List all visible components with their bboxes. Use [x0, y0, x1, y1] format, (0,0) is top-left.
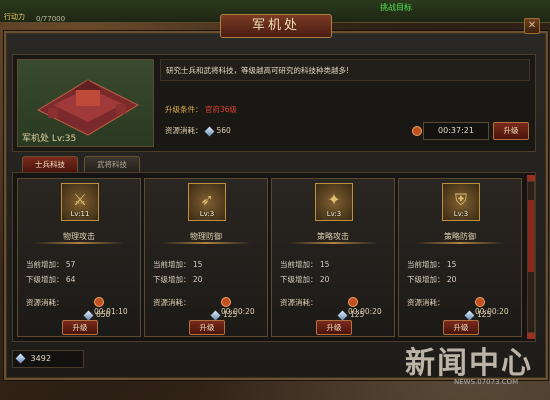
- current-label: 当前增加：: [280, 260, 318, 269]
- clock-icon: [348, 297, 358, 307]
- clock-icon: [94, 297, 104, 307]
- building-image: 军机处 Lv:35: [17, 59, 154, 147]
- next-label: 下级增加：: [280, 275, 318, 284]
- current-value: 15: [446, 260, 457, 269]
- scrollbar[interactable]: [527, 175, 535, 339]
- silver-icon: [15, 353, 26, 364]
- next-value: 20: [446, 275, 457, 284]
- tab-soldier-tech[interactable]: 士兵科技: [22, 156, 78, 172]
- upgrade-timer: 00:37:21: [423, 122, 489, 140]
- total-resource-box: 3492: [12, 350, 84, 368]
- building-info-panel: 军机处 Lv:35 研究士兵和武将科技，等级越高可研究的科技种类越多! 升级条件…: [12, 54, 536, 152]
- resource-cost-line: 资源消耗： 560: [165, 125, 231, 136]
- tech-level: Lv:3: [326, 210, 342, 218]
- tech-name: 策略攻击: [317, 232, 349, 241]
- next-label: 下级增加：: [407, 275, 445, 284]
- tech-cost: 125: [336, 310, 365, 320]
- arrows-icon[interactable]: ➶ Lv:3: [188, 183, 226, 221]
- upgrade-condition: 升级条件： 官府36级: [165, 104, 237, 115]
- tech-cost: 125: [209, 310, 238, 320]
- current-value: 15: [192, 260, 203, 269]
- window-title: 军机处: [220, 14, 332, 38]
- shield-icon[interactable]: ⛨ Lv:3: [442, 183, 480, 221]
- silver-icon: [204, 126, 214, 136]
- next-value: 20: [192, 275, 203, 284]
- watermark-site: NEWS.07073.COM: [454, 378, 519, 386]
- tech-name: 物理攻击: [63, 232, 95, 241]
- divider: [34, 242, 124, 244]
- clock-icon: [412, 126, 422, 136]
- next-value: 20: [319, 275, 330, 284]
- silver-icon: [464, 310, 475, 320]
- tech-upgrade-button[interactable]: 升级: [443, 320, 479, 335]
- tech-cost-value: 125: [223, 310, 238, 319]
- tech-cost: 650: [82, 310, 111, 320]
- tech-name: 物理防御: [190, 232, 222, 241]
- action-points-counter: 0/77000: [36, 15, 66, 23]
- resource-cost-label: 资源消耗：: [165, 126, 203, 135]
- tab-general-tech[interactable]: 武将科技: [84, 156, 140, 172]
- tech-cost-value: 125: [477, 310, 492, 319]
- condition-value: 官府36级: [204, 105, 237, 114]
- current-bonus: 当前增加： 15: [280, 259, 329, 270]
- scroll-thumb[interactable]: [528, 200, 534, 272]
- tech-upgrade-button[interactable]: 升级: [189, 320, 225, 335]
- next-value: 64: [65, 275, 76, 284]
- current-bonus: 当前增加： 15: [407, 259, 456, 270]
- tech-level: Lv:3: [199, 210, 215, 218]
- next-bonus: 下级增加： 20: [407, 274, 456, 285]
- current-label: 当前增加：: [407, 260, 445, 269]
- tech-cost-value: 650: [96, 310, 111, 319]
- silver-icon: [210, 310, 221, 320]
- current-label: 当前增加：: [26, 260, 64, 269]
- clock-icon: [475, 297, 485, 307]
- building-name: 军机处 Lv:35: [22, 134, 77, 144]
- clock-icon: [221, 297, 231, 307]
- current-value: 57: [65, 260, 76, 269]
- tech-card: ✦ Lv:3 策略攻击 当前增加： 15 下级增加： 20 资源消耗： 00:00…: [271, 178, 395, 337]
- next-label: 下级增加：: [26, 275, 64, 284]
- tech-name: 策略防御: [444, 232, 476, 241]
- tech-card: ⛨ Lv:3 策略防御 当前增加： 15 下级增加： 20 资源消耗： 00:00…: [398, 178, 522, 337]
- divider: [161, 242, 251, 244]
- total-resource-value: 3492: [30, 354, 51, 363]
- action-points-label: 行动力: [4, 13, 25, 21]
- current-bonus: 当前增加： 15: [153, 259, 202, 270]
- challenge-target-text[interactable]: 挑战目标: [380, 2, 412, 13]
- divider: [288, 242, 378, 244]
- next-label: 下级增加：: [153, 275, 191, 284]
- resource-cost-value: 560: [216, 126, 231, 135]
- tech-cost-value: 125: [350, 310, 365, 319]
- scroll-up-arrow[interactable]: [527, 175, 535, 181]
- building-upgrade-button[interactable]: 升级: [493, 122, 529, 140]
- tech-card: ⚔ Lv:11 物理攻击 当前增加： 57 下级增加： 64 资源消耗： 00:0…: [17, 178, 141, 337]
- sword-icon[interactable]: ⚔ Lv:11: [61, 183, 99, 221]
- tech-grid-panel: ⚔ Lv:11 物理攻击 当前增加： 57 下级增加： 64 资源消耗： 00:0…: [12, 172, 536, 342]
- current-bonus: 当前增加： 57: [26, 259, 75, 270]
- condition-label: 升级条件：: [165, 105, 203, 114]
- current-label: 当前增加：: [153, 260, 191, 269]
- scroll-icon[interactable]: ✦ Lv:3: [315, 183, 353, 221]
- tech-upgrade-button[interactable]: 升级: [62, 320, 98, 335]
- tech-level: Lv:11: [70, 210, 90, 218]
- silver-icon: [83, 310, 94, 320]
- next-bonus: 下级增加： 20: [153, 274, 202, 285]
- tech-card: ➶ Lv:3 物理防御 当前增加： 15 下级增加： 20 资源消耗： 00:00…: [144, 178, 268, 337]
- tech-upgrade-button[interactable]: 升级: [316, 320, 352, 335]
- tech-cost: 125: [463, 310, 492, 320]
- divider: [415, 242, 505, 244]
- building-description: 研究士兵和武将科技，等级越高可研究的科技种类越多!: [160, 59, 530, 81]
- silver-icon: [337, 310, 348, 320]
- tech-level: Lv:3: [453, 210, 469, 218]
- next-bonus: 下级增加： 64: [26, 274, 75, 285]
- next-bonus: 下级增加： 20: [280, 274, 329, 285]
- news-watermark: 新闻中心: [405, 346, 533, 381]
- current-value: 15: [319, 260, 330, 269]
- close-icon[interactable]: ✕: [524, 18, 540, 34]
